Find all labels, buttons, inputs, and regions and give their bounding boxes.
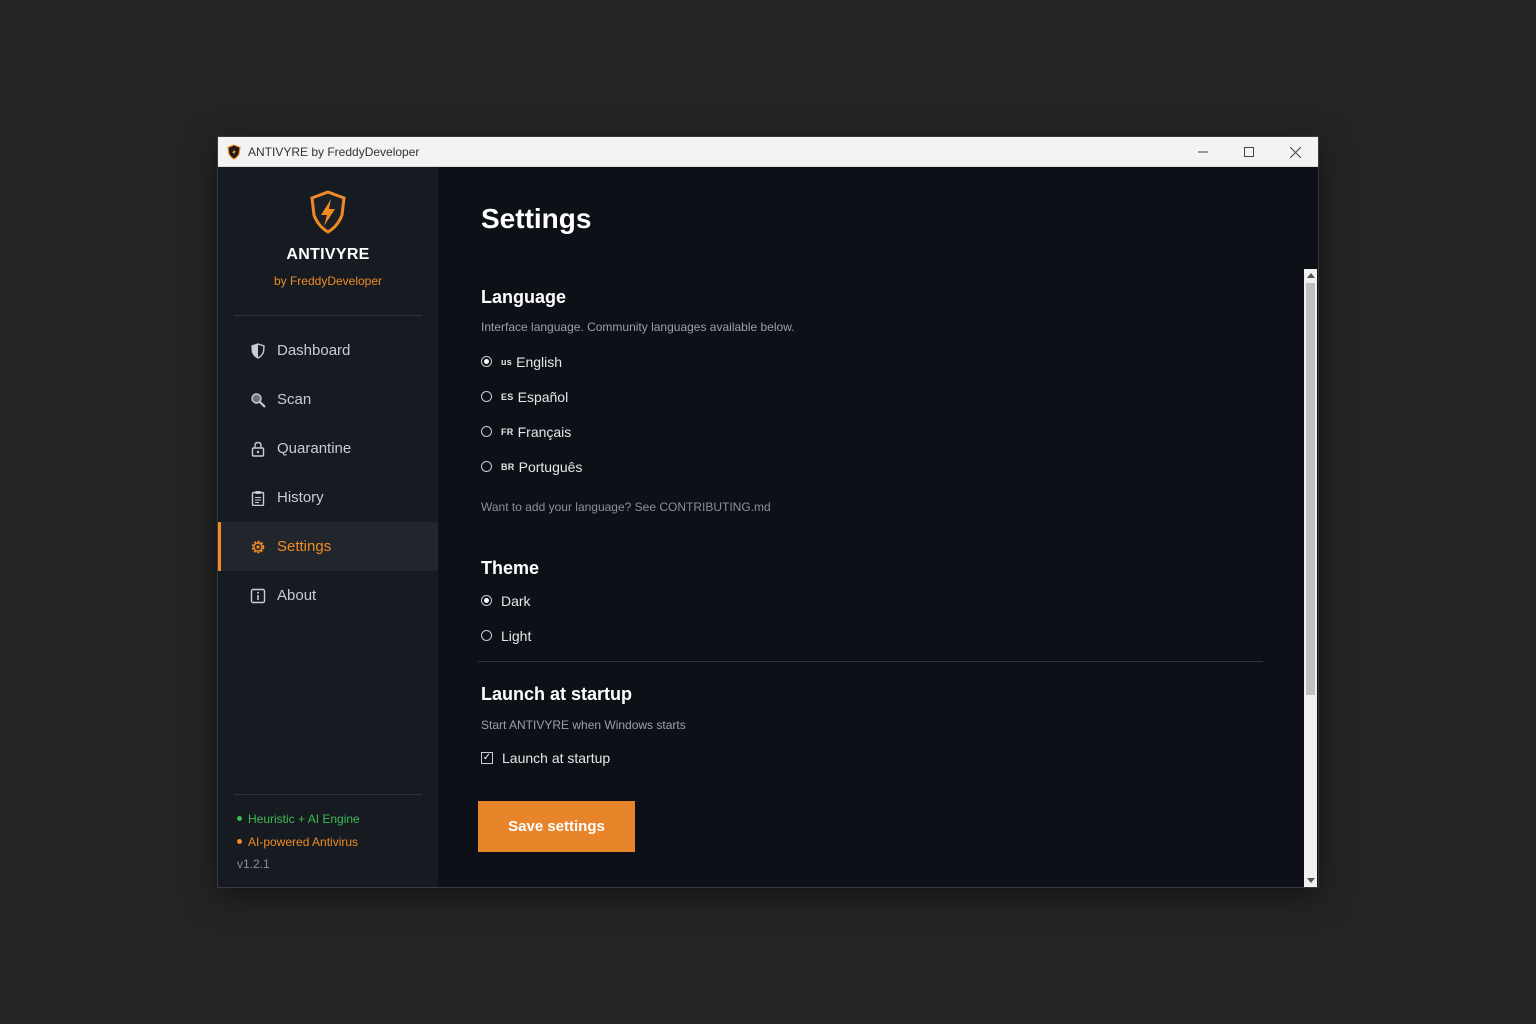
language-label: Español bbox=[517, 388, 569, 405]
sidebar-footer: Heuristic + AI Engine AI-powered Antivir… bbox=[218, 794, 438, 887]
language-label: Français bbox=[517, 423, 572, 440]
sidebar-item-settings[interactable]: Settings bbox=[218, 522, 438, 571]
scroll-up-arrow-icon[interactable] bbox=[1304, 269, 1317, 281]
radio-button[interactable] bbox=[481, 356, 492, 367]
sidebar-item-quarantine[interactable]: Quarantine bbox=[218, 424, 438, 473]
theme-label: Dark bbox=[501, 592, 531, 609]
checkbox-checked-icon[interactable]: ✓ bbox=[481, 751, 493, 764]
main-content: Settings Language Interface language. Co… bbox=[438, 167, 1318, 887]
sidebar-nav: Dashboard Scan Quarantine History Settin… bbox=[218, 326, 438, 620]
radio-button[interactable] bbox=[481, 461, 492, 472]
clipboard-icon bbox=[249, 489, 267, 507]
language-label: English bbox=[516, 353, 563, 370]
flag-br-icon: BR bbox=[501, 461, 515, 472]
language-option-english[interactable]: us English bbox=[481, 344, 1271, 379]
engine-status: Heuristic + AI Engine bbox=[218, 807, 438, 830]
language-label: Português bbox=[518, 458, 583, 475]
sidebar-footer-divider bbox=[234, 794, 422, 795]
engine-label: Heuristic + AI Engine bbox=[248, 811, 360, 826]
startup-checkbox-row[interactable]: ✓ Launch at startup bbox=[481, 740, 1271, 775]
shield-icon bbox=[249, 342, 267, 360]
sidebar-item-history[interactable]: History bbox=[218, 473, 438, 522]
startup-checkbox-label: Launch at startup bbox=[502, 749, 611, 766]
status-dot-icon bbox=[237, 839, 242, 844]
close-icon[interactable] bbox=[1272, 137, 1318, 167]
app-window: ANTIVYRE by FreddyDeveloper ANTIVYRE by … bbox=[218, 137, 1318, 887]
flag-fr-icon: FR bbox=[501, 426, 514, 437]
sidebar-item-label: About bbox=[277, 587, 317, 604]
contributing-hint: Want to add your language? See CONTRIBUT… bbox=[481, 500, 771, 514]
sidebar-item-label: Dashboard bbox=[277, 342, 351, 359]
startup-description: Start ANTIVYRE when Windows starts bbox=[481, 718, 686, 732]
tagline-label: AI-powered Antivirus bbox=[248, 834, 359, 849]
page-title: Settings bbox=[481, 203, 592, 234]
flag-es-icon: ES bbox=[501, 391, 514, 402]
radio-button[interactable] bbox=[481, 595, 492, 606]
sidebar: ANTIVYRE by FreddyDeveloper Dashboard Sc… bbox=[218, 167, 438, 887]
window-controls bbox=[1180, 137, 1318, 167]
radio-button[interactable] bbox=[481, 391, 492, 402]
radio-button[interactable] bbox=[481, 630, 492, 641]
sidebar-item-scan[interactable]: Scan bbox=[218, 375, 438, 424]
settings-form: Language Interface language. Community l… bbox=[478, 287, 1271, 775]
save-settings-button[interactable]: Save settings bbox=[478, 801, 635, 852]
scroll-down-arrow-icon[interactable] bbox=[1304, 875, 1317, 887]
radio-button[interactable] bbox=[481, 426, 492, 437]
status-dot-icon bbox=[237, 816, 242, 821]
language-option-portugues[interactable]: BR Português bbox=[481, 449, 1271, 484]
brand: ANTIVYRE by FreddyDeveloper bbox=[218, 167, 438, 288]
vertical-scrollbar[interactable] bbox=[1304, 269, 1317, 887]
tagline-status: AI-powered Antivirus bbox=[218, 830, 438, 853]
sidebar-item-label: Quarantine bbox=[277, 440, 352, 457]
sidebar-item-dashboard[interactable]: Dashboard bbox=[218, 326, 438, 375]
brand-name: ANTIVYRE bbox=[286, 246, 370, 263]
sidebar-item-about[interactable]: About bbox=[218, 571, 438, 620]
brand-author: by FreddyDeveloper bbox=[273, 274, 383, 288]
theme-label: Light bbox=[501, 627, 532, 644]
theme-option-dark[interactable]: Dark bbox=[481, 583, 1271, 618]
sidebar-divider bbox=[234, 315, 422, 316]
flag-us-icon: us bbox=[501, 356, 513, 367]
sidebar-item-label: History bbox=[277, 489, 324, 506]
sidebar-item-label: Settings bbox=[277, 538, 332, 555]
language-options: us English ES Español FR Français BR Por… bbox=[481, 344, 1271, 484]
startup-section-title: Launch at startup bbox=[481, 684, 633, 704]
language-option-francais[interactable]: FR Français bbox=[481, 414, 1271, 449]
lock-icon bbox=[249, 440, 267, 458]
theme-section-title: Theme bbox=[481, 558, 540, 578]
language-section-title: Language bbox=[481, 287, 567, 307]
app-shield-icon bbox=[226, 143, 242, 160]
gear-icon bbox=[249, 538, 267, 556]
magnifier-icon bbox=[249, 391, 267, 409]
scrollbar-thumb[interactable] bbox=[1306, 283, 1315, 695]
title-bar[interactable]: ANTIVYRE by FreddyDeveloper bbox=[218, 137, 1318, 167]
maximize-icon[interactable] bbox=[1226, 137, 1272, 167]
language-option-espanol[interactable]: ES Español bbox=[481, 379, 1271, 414]
version-label: v1.2.1 bbox=[237, 857, 270, 871]
window-title: ANTIVYRE by FreddyDeveloper bbox=[248, 144, 420, 159]
info-icon bbox=[249, 587, 267, 605]
minimize-icon[interactable] bbox=[1180, 137, 1226, 167]
language-description: Interface language. Community languages … bbox=[481, 320, 795, 334]
theme-options: Dark Light bbox=[481, 583, 1271, 653]
theme-option-light[interactable]: Light bbox=[481, 618, 1271, 653]
section-divider bbox=[478, 661, 1263, 662]
sidebar-item-label: Scan bbox=[277, 391, 312, 408]
antivyre-logo-icon bbox=[307, 189, 349, 235]
